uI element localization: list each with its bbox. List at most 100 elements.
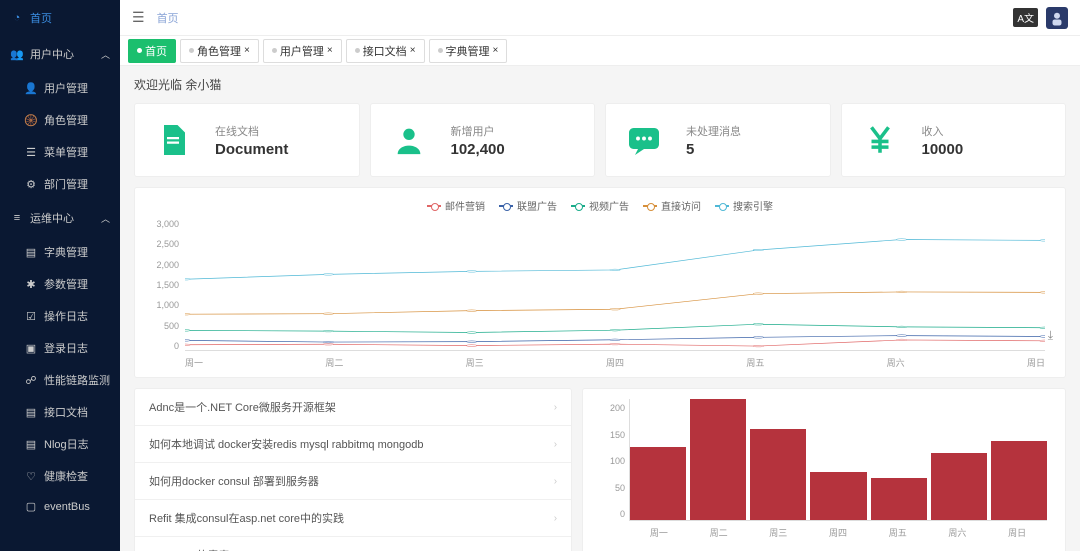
legend-item[interactable]: 邮件营销 xyxy=(427,198,485,213)
stat-label: 新增用户 xyxy=(451,123,505,139)
chart-legend: 邮件营销联盟广告视频广告直接访问搜索引擎 xyxy=(149,198,1051,213)
label: 部门管理 xyxy=(44,176,88,192)
tab-角色管理[interactable]: 角色管理× xyxy=(180,39,259,63)
tabs: 首页角色管理×用户管理×接口文档×字典管理× xyxy=(120,36,1080,66)
line-chart-card: 邮件营销联盟广告视频广告直接访问搜索引擎 3,0002,5002,0001,50… xyxy=(134,187,1066,378)
legend-item[interactable]: 联盟广告 xyxy=(499,198,557,213)
chevron-up-icon: ︿ xyxy=(101,212,110,225)
bar-chart-card: 200150100500 周一周二周三周四周五周六周日 xyxy=(582,388,1066,551)
tab-首页[interactable]: 首页 xyxy=(128,39,176,63)
people-icon: 👤 xyxy=(24,82,38,95)
label: Nlog日志 xyxy=(44,436,89,452)
x-tick: 周一 xyxy=(185,356,203,369)
y-tick: 1,500 xyxy=(149,280,179,290)
list-item[interactable]: Refit 集成consul在asp.net core中的实践› xyxy=(135,500,571,537)
tab-接口文档[interactable]: 接口文档× xyxy=(346,39,425,63)
log-icon: ▣ xyxy=(24,342,38,355)
sidebar-item-nlog[interactable]: ▤Nlog日志 xyxy=(0,428,120,460)
stat-card: 新增用户102,400 xyxy=(370,103,596,177)
sidebar: ◔ 首页 👥 用户中心 ︿ 👤用户管理 🛞角色管理 ☰菜单管理 ⚙部门管理 ≡ … xyxy=(0,0,120,551)
avatar-icon xyxy=(1048,9,1066,27)
bar-x-tick: 周六 xyxy=(928,526,988,539)
stat-value: 5 xyxy=(686,141,741,158)
list-item[interactable]: DotNETer的青春› xyxy=(135,537,571,551)
download-icon[interactable]: ⤓ xyxy=(1048,328,1053,343)
x-tick: 周六 xyxy=(887,356,905,369)
sidebar-item-oplog[interactable]: ☑操作日志 xyxy=(0,300,120,332)
legend-marker xyxy=(571,205,585,207)
main: ☰ 首页 A文 首页角色管理×用户管理×接口文档×字典管理× 欢迎光临 余小猫 … xyxy=(120,0,1080,551)
content: 欢迎光临 余小猫 在线文档Document新增用户102,400未处理消息5收入… xyxy=(120,66,1080,551)
legend-item[interactable]: 搜索引擎 xyxy=(715,198,773,213)
bus-icon: ▢ xyxy=(24,500,38,513)
list-item[interactable]: 如何用docker consul 部署到服务器› xyxy=(135,463,571,500)
stat-label: 在线文档 xyxy=(215,123,288,139)
close-icon[interactable]: × xyxy=(410,45,416,56)
sidebar-item-dict[interactable]: ▤字典管理 xyxy=(0,236,120,268)
list-icon: ☰ xyxy=(24,146,38,159)
legend-marker xyxy=(643,205,657,207)
legend-item[interactable]: 视频广告 xyxy=(571,198,629,213)
y-tick: 2,500 xyxy=(149,239,179,249)
breadcrumb[interactable]: 首页 xyxy=(157,10,179,26)
bar xyxy=(690,399,746,520)
sidebar-item-health[interactable]: ♡健康检查 xyxy=(0,460,120,492)
role-icon: 🛞 xyxy=(24,114,38,127)
sidebar-item-params[interactable]: ✱ 参数管理 xyxy=(0,268,120,300)
sidebar-home-label: 首页 xyxy=(30,10,52,26)
bar xyxy=(630,447,686,520)
close-icon[interactable]: × xyxy=(244,45,250,56)
sidebar-item-menu-mgmt[interactable]: ☰菜单管理 xyxy=(0,136,120,168)
legend-item[interactable]: 直接访问 xyxy=(643,198,701,213)
sidebar-home[interactable]: ◔ 首页 xyxy=(0,0,120,36)
hamburger-icon[interactable]: ☰ xyxy=(132,9,145,26)
dot-icon xyxy=(272,48,277,53)
bar-x-tick: 周二 xyxy=(689,526,749,539)
legend-marker xyxy=(715,205,729,207)
sidebar-item-api-doc[interactable]: ▤ 接口文档 xyxy=(0,396,120,428)
bar xyxy=(750,429,806,520)
stat-card: 在线文档Document xyxy=(134,103,360,177)
label: 接口文档 xyxy=(44,404,88,420)
topbar: ☰ 首页 A文 xyxy=(120,0,1080,36)
list-item[interactable]: Adnc是一个.NET Core微服务开源框架› xyxy=(135,389,571,426)
sidebar-item-trace[interactable]: ☍性能链路监测 xyxy=(0,364,120,396)
x-tick: 周二 xyxy=(325,356,343,369)
label: 参数管理 xyxy=(44,276,88,292)
tab-label: 字典管理 xyxy=(446,43,490,59)
stat-card: 未处理消息5 xyxy=(605,103,831,177)
sidebar-item-user-mgmt[interactable]: 👤用户管理 xyxy=(0,72,120,104)
sidebar-item-loginlog[interactable]: ▣登录日志 xyxy=(0,332,120,364)
tab-用户管理[interactable]: 用户管理× xyxy=(263,39,342,63)
series-line xyxy=(185,324,1045,332)
sidebar-item-dept-mgmt[interactable]: ⚙部门管理 xyxy=(0,168,120,200)
sidebar-item-eventbus[interactable]: ▢eventBus xyxy=(0,492,120,521)
y-tick: 0 xyxy=(149,341,179,351)
legend-marker xyxy=(427,205,441,207)
bar-y-tick: 0 xyxy=(597,509,625,519)
gear-icon: ✱ xyxy=(24,278,38,291)
tab-字典管理[interactable]: 字典管理× xyxy=(429,39,508,63)
bar-x-tick: 周一 xyxy=(629,526,689,539)
sidebar-item-role-mgmt[interactable]: 🛞角色管理 xyxy=(0,104,120,136)
list-item-text: 如何用docker consul 部署到服务器 xyxy=(149,473,319,489)
user-icon xyxy=(387,118,431,162)
bar-x-tick: 周五 xyxy=(868,526,928,539)
yen-icon xyxy=(858,118,902,162)
chevron-right-icon: › xyxy=(554,439,557,450)
label: 操作日志 xyxy=(44,308,88,324)
sidebar-group-user-center[interactable]: 👥 用户中心 ︿ xyxy=(0,36,120,72)
bar xyxy=(991,441,1047,520)
close-icon[interactable]: × xyxy=(493,45,499,56)
language-switch[interactable]: A文 xyxy=(1013,8,1038,27)
doc-icon: ▤ xyxy=(24,406,38,419)
list-item[interactable]: 如何本地调试 docker安装redis mysql rabbitmq mong… xyxy=(135,426,571,463)
chart-plot xyxy=(185,219,1045,351)
x-tick: 周日 xyxy=(1027,356,1045,369)
avatar[interactable] xyxy=(1046,7,1068,29)
close-icon[interactable]: × xyxy=(327,45,333,56)
label: 健康检查 xyxy=(44,468,88,484)
sidebar-group-ops-center[interactable]: ≡ 运维中心 ︿ xyxy=(0,200,120,236)
bar-x-tick: 周日 xyxy=(987,526,1047,539)
dot-icon xyxy=(355,48,360,53)
